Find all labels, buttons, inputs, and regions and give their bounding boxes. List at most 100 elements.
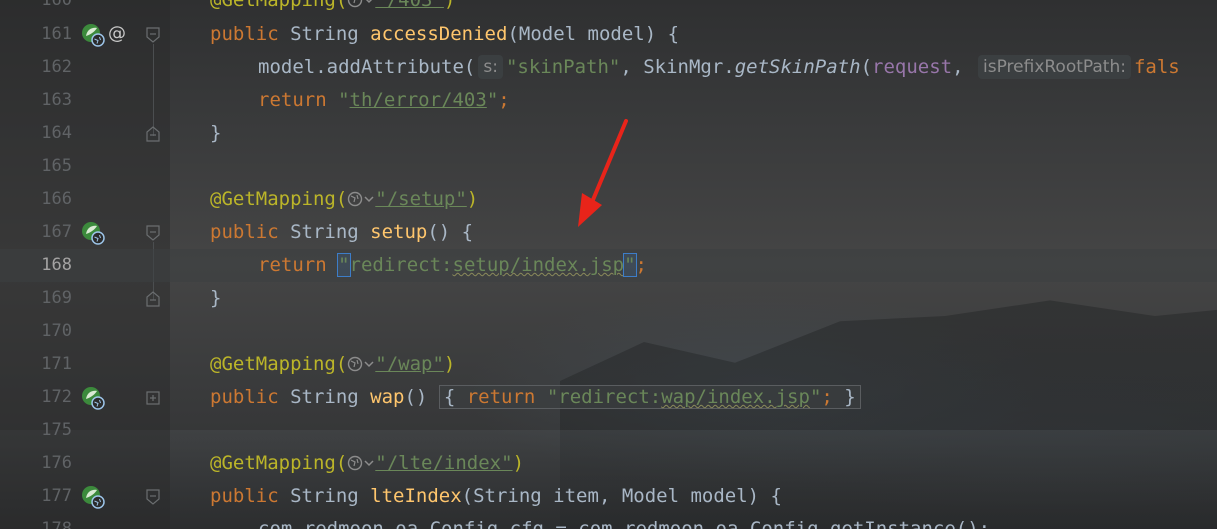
unresolved-path[interactable]: wap/index.jsp: [661, 386, 810, 408]
override-at-icon[interactable]: @: [108, 21, 130, 47]
code-text[interactable]: public String setup() {: [210, 216, 473, 249]
route-path[interactable]: "/403": [375, 0, 444, 11]
semicolon: ;: [635, 254, 647, 276]
fold-marker-icon[interactable]: [145, 489, 161, 505]
semicolon: ;: [821, 386, 833, 408]
code-line[interactable]: 175: [0, 414, 1217, 447]
code-text[interactable]: }: [210, 117, 221, 150]
code-fragment: ,: [952, 56, 964, 78]
quote-match-highlight: ": [623, 253, 637, 277]
expand-fold-icon[interactable]: [145, 390, 161, 406]
code-fragment: model.addAttribute(: [258, 56, 476, 78]
type: String: [278, 386, 371, 408]
spring-bean-web-icon[interactable]: [80, 22, 106, 48]
annotation: @GetMapping(: [210, 452, 348, 474]
route-path[interactable]: "/lte/index": [375, 452, 512, 474]
view-path-link[interactable]: th/error/403: [350, 89, 487, 111]
fold-marker-icon[interactable]: [145, 291, 161, 307]
code-text[interactable]: @GetMapping("/lte/index"): [210, 447, 524, 480]
code-text[interactable]: @GetMapping( "/setup"): [210, 183, 478, 216]
chevron-down-icon[interactable]: [363, 0, 375, 8]
type: String: [278, 485, 371, 507]
globe-icon[interactable]: [347, 191, 363, 207]
keyword: return: [258, 254, 327, 276]
method-name: setup: [370, 221, 428, 243]
code-text[interactable]: public String lteIndex(String item, Mode…: [210, 480, 782, 513]
code-line[interactable]: 160 @GetMapping("/403"): [0, 0, 1217, 17]
code-text[interactable]: }: [210, 282, 221, 315]
unresolved-path[interactable]: setup/index.jsp: [453, 254, 625, 276]
code-line[interactable]: 161 @ public String accessDenied(Model m…: [0, 18, 1217, 51]
fold-marker-icon[interactable]: [145, 126, 161, 142]
chevron-down-icon[interactable]: [363, 191, 375, 207]
spring-bean-web-icon[interactable]: [80, 220, 106, 246]
code-line[interactable]: 163 return "th/error/403";: [0, 84, 1217, 117]
string-literal: ": [338, 89, 350, 111]
line-number: 172: [41, 387, 72, 407]
code-line[interactable]: 170: [0, 315, 1217, 348]
method-signature: () {: [427, 221, 474, 243]
annotation-close: ): [466, 188, 479, 210]
route-path[interactable]: "/setup": [375, 188, 467, 210]
code-text[interactable]: model.addAttribute(s: "skinPath", SkinMgr…: [258, 51, 1180, 84]
code-text[interactable]: public String wap() { return "redirect:w…: [210, 381, 861, 414]
method-signature: (Model model) {: [507, 23, 680, 45]
spring-bean-web-icon[interactable]: [80, 484, 106, 510]
code-line[interactable]: 176 @GetMapping("/lte/index"): [0, 447, 1217, 480]
type: String: [278, 23, 371, 45]
string-literal: redirect:: [349, 254, 453, 276]
code-line[interactable]: 169 }: [0, 282, 1217, 315]
code-line[interactable]: 171 @GetMapping("/wap"): [0, 348, 1217, 381]
fold-marker-icon[interactable]: [145, 27, 161, 43]
annotation-close: ): [443, 353, 456, 375]
line-number: 167: [41, 222, 72, 242]
type: String: [278, 221, 371, 243]
route-path[interactable]: "/wap": [375, 353, 444, 375]
folded-close-brace: }: [844, 386, 856, 408]
line-number: 169: [41, 288, 72, 308]
code-line[interactable]: 178 com.redmoon.oa.Config cfg = com.redm…: [0, 513, 1217, 529]
string-literal: ": [486, 89, 499, 111]
parameter: request: [872, 56, 953, 78]
method-signature: (String item, Model model) {: [461, 485, 782, 507]
line-number: 163: [41, 90, 72, 110]
globe-icon[interactable]: [347, 0, 363, 8]
line-number: 160: [41, 0, 72, 10]
fold-marker-icon[interactable]: [145, 225, 161, 241]
spring-bean-web-icon[interactable]: [80, 385, 106, 411]
line-number: 177: [41, 486, 72, 506]
keyword: return: [258, 89, 327, 111]
code-text[interactable]: com.redmoon.oa.Config cfg = com.redmoon.…: [258, 513, 990, 529]
globe-icon[interactable]: [347, 455, 363, 471]
code-text[interactable]: @GetMapping("/403"): [210, 0, 455, 17]
code-line[interactable]: 172 public String wap() { return "redire…: [0, 381, 1217, 414]
method-signature: (): [404, 386, 428, 408]
string-literal: "redirect:: [546, 386, 662, 408]
string-literal: "skinPath": [505, 56, 621, 78]
line-number: 175: [41, 420, 72, 440]
code-text[interactable]: public String accessDenied(Model model) …: [210, 18, 679, 51]
code-line[interactable]: 177 public String lteIndex(String item, …: [0, 480, 1217, 513]
chevron-down-icon[interactable]: [363, 455, 375, 471]
code-editor[interactable]: 160 @GetMapping("/403") 161 @ public Str…: [0, 0, 1217, 529]
keyword: public: [210, 485, 279, 507]
quote-match-highlight: ": [337, 253, 351, 277]
code-text[interactable]: return "th/error/403";: [258, 84, 510, 117]
code-text[interactable]: @GetMapping( "/wap"): [210, 348, 455, 381]
annotation: @GetMapping(: [210, 353, 348, 375]
line-number: 178: [41, 519, 72, 529]
code-fragment: (: [860, 56, 873, 78]
code-text[interactable]: return "redirect:setup/index.jsp";: [258, 249, 647, 282]
keyword: public: [210, 221, 279, 243]
code-line[interactable]: 162 model.addAttribute(s: "skinPath", Ski…: [0, 51, 1217, 84]
chevron-down-icon[interactable]: [363, 356, 375, 372]
annotation: @GetMapping(: [210, 188, 348, 210]
string-literal: ": [809, 386, 822, 408]
keyword: fals: [1133, 56, 1180, 78]
line-number: 168: [41, 255, 72, 275]
code-line-current[interactable]: 168 return "redirect:setup/index.jsp";: [0, 249, 1217, 282]
folded-region[interactable]: { return "redirect:wap/index.jsp"; }: [438, 385, 861, 409]
globe-icon[interactable]: [347, 356, 363, 372]
line-number: 176: [41, 453, 72, 473]
parameter-hint: isPrefixRootPath:: [978, 55, 1131, 79]
